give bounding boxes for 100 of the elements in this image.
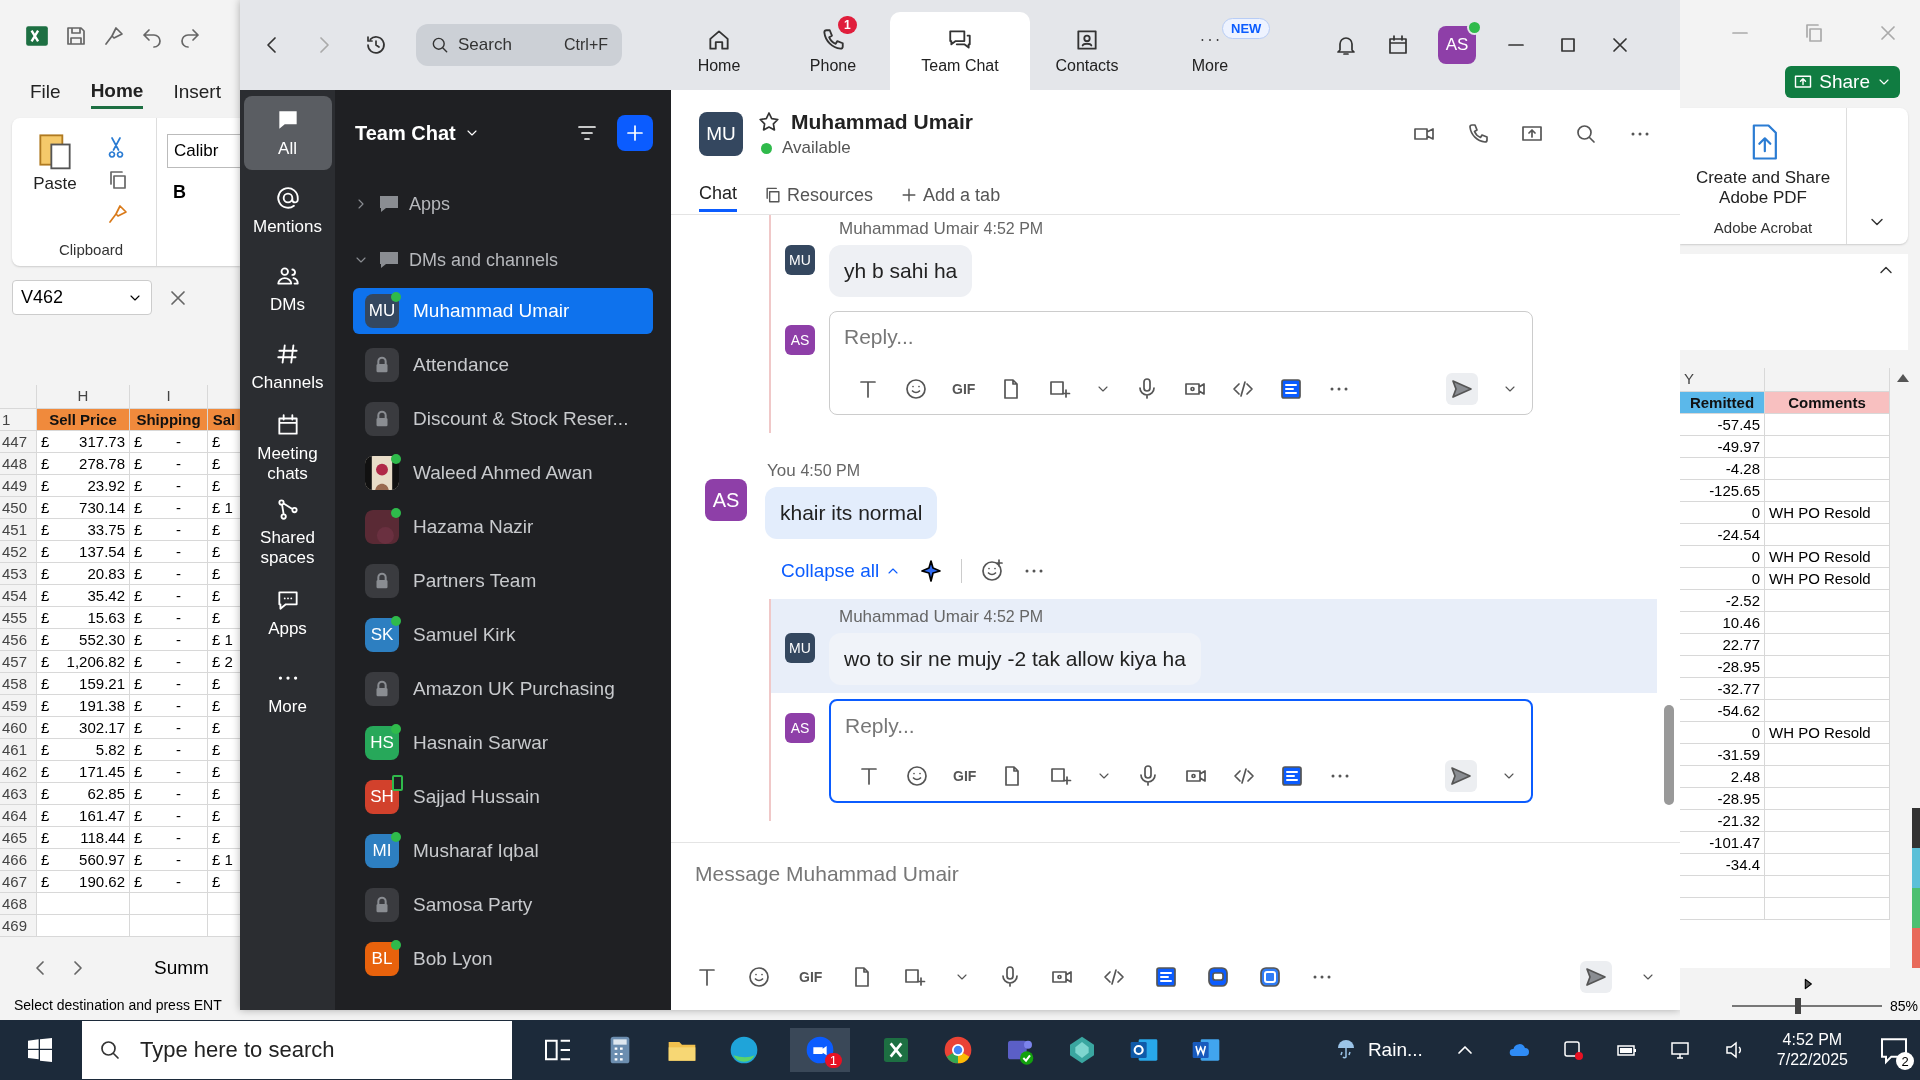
reply-box[interactable]: Reply... GIF	[829, 311, 1533, 415]
calendar-icon[interactable]	[1386, 33, 1410, 57]
at-sign-icon[interactable]	[274, 185, 301, 211]
search-bar[interactable]: Search Ctrl+F	[416, 24, 622, 66]
row-header[interactable]: 469	[0, 915, 37, 937]
column-header[interactable]: Y	[1680, 368, 1765, 393]
row-header[interactable]: 454	[0, 585, 37, 607]
chat-list-item[interactable]: MU Muhammad Umair	[353, 288, 653, 334]
chrome-icon[interactable]	[942, 1034, 974, 1066]
row-header[interactable]: 458	[0, 673, 37, 695]
chat-list-item[interactable]: Hazama Nazir	[353, 504, 653, 550]
row-header[interactable]: 452	[0, 541, 37, 563]
row-header[interactable]: 448	[0, 453, 37, 475]
ribbon-tab[interactable]: Home	[90, 75, 144, 109]
history-icon[interactable]	[364, 33, 388, 57]
scroll-up-icon[interactable]	[1897, 374, 1909, 383]
chat-list-item[interactable]: Waleed Ahmed Awan	[353, 450, 653, 496]
rail-item[interactable]: Meeting chats	[243, 408, 332, 488]
emoji-icon[interactable]	[747, 965, 771, 989]
phone-icon[interactable]	[820, 27, 846, 53]
rail-item[interactable]: Mentions	[243, 174, 332, 248]
scrollbar-thumb[interactable]	[1664, 705, 1674, 805]
chat-tab[interactable]: Add a tab	[899, 178, 1001, 212]
add-reaction-icon[interactable]	[980, 559, 1005, 583]
row-header[interactable]: 463	[0, 783, 37, 805]
row-header[interactable]: 468	[0, 893, 37, 915]
nav-tab[interactable]: Contacts	[1030, 12, 1144, 90]
paste-button[interactable]: Paste	[26, 126, 84, 234]
collapse-link[interactable]: Collapse all	[781, 560, 880, 582]
search-field[interactable]: Search	[458, 35, 538, 55]
weather-text[interactable]: Rain...	[1367, 1039, 1423, 1061]
chat-list-item[interactable]: SH Sajjad Hussain	[353, 774, 653, 820]
chat-list-item[interactable]: Amazon UK Purchasing	[353, 666, 653, 712]
brush-icon[interactable]	[102, 24, 126, 48]
gif-button[interactable]: GIF	[952, 381, 976, 397]
chat-tab[interactable]: Chat	[699, 178, 738, 212]
note-icon[interactable]	[1154, 965, 1179, 989]
chat-list-item[interactable]: Attendance	[353, 342, 653, 388]
cell-reference[interactable]: V462	[21, 287, 64, 308]
row-header[interactable]: 453	[0, 563, 37, 585]
nav-tab[interactable]: 1 Phone	[776, 12, 890, 90]
sparkle-icon[interactable]	[919, 559, 944, 583]
new-chat-button[interactable]	[617, 115, 653, 151]
ribbon-tab[interactable]: Insert	[173, 77, 221, 107]
chat-app-icon[interactable]	[1206, 965, 1231, 989]
row-header[interactable]: 461	[0, 739, 37, 761]
gif-button[interactable]: GIF	[799, 969, 823, 985]
row-header[interactable]: 456	[0, 629, 37, 651]
name-box[interactable]: V462	[12, 280, 152, 315]
row-header[interactable]: 447	[0, 431, 37, 453]
slider-thumb[interactable]	[1794, 998, 1801, 1015]
browser-icon[interactable]	[728, 1034, 760, 1066]
chat-list-item[interactable]: BL Bob Lyon	[353, 936, 653, 982]
note-icon[interactable]	[1280, 764, 1305, 788]
search-bar[interactable]: Type here to search	[82, 1021, 512, 1079]
emoji-icon[interactable]	[904, 377, 928, 401]
create-pdf-button[interactable]: Create and Share Adobe PDF	[1680, 120, 1846, 209]
chat-list-item[interactable]: Samosa Party	[353, 882, 653, 928]
row-header[interactable]: 449	[0, 475, 37, 497]
rail-item[interactable]: All	[243, 96, 332, 170]
row-header[interactable]: 1	[0, 409, 37, 431]
column-header[interactable]: I	[130, 385, 208, 409]
rail-item[interactable]: DMs	[243, 252, 332, 326]
bold-button[interactable]: B	[167, 182, 240, 203]
note-icon[interactable]	[1279, 377, 1304, 401]
share-button[interactable]: Share	[1785, 66, 1900, 99]
search-icon[interactable]	[98, 1038, 122, 1062]
phone-icon[interactable]	[1466, 122, 1490, 146]
chat-list-item[interactable]: HS Hasnain Sarwar	[353, 720, 653, 766]
row-header[interactable]: 462	[0, 761, 37, 783]
row-header[interactable]: 460	[0, 717, 37, 739]
row-header[interactable]: 455	[0, 607, 37, 629]
row-header[interactable]: 451	[0, 519, 37, 541]
chat-tab[interactable]: Resources	[763, 178, 874, 212]
rail-item[interactable]: Shared spaces	[243, 492, 332, 572]
row-header[interactable]: 465	[0, 827, 37, 849]
star-icon[interactable]	[757, 110, 781, 134]
contact-card-icon[interactable]	[1074, 27, 1100, 53]
nav-tab[interactable]: Home	[662, 12, 776, 90]
section-header[interactable]: DMs and channels	[353, 232, 653, 288]
panel-title[interactable]: Team Chat	[353, 121, 456, 145]
nav-tab[interactable]: Team Chat	[890, 12, 1030, 90]
profile-avatar[interactable]: AS	[1438, 26, 1476, 64]
section-header[interactable]: Apps	[353, 176, 653, 232]
chat-list-item[interactable]: SK Samuel Kirk	[353, 612, 653, 658]
sheet-tab[interactable]: Summ	[154, 957, 209, 979]
app-icon[interactable]	[1258, 965, 1283, 989]
chat-list-item[interactable]: MI Musharaf Iqbal	[353, 828, 653, 874]
rail-item[interactable]: More	[243, 654, 332, 728]
row-header[interactable]: 464	[0, 805, 37, 827]
clock-time[interactable]: 4:52 PM	[1782, 1031, 1843, 1049]
taskbar-button[interactable]: 1	[790, 1028, 850, 1072]
video-app-icon[interactable]	[804, 1034, 836, 1066]
row-header[interactable]: 459	[0, 695, 37, 717]
search-icon[interactable]	[430, 35, 450, 55]
chat-list-item[interactable]: Partners Team	[353, 558, 653, 604]
ribbon-tab[interactable]: File	[30, 77, 61, 107]
row-header[interactable]: 467	[0, 871, 37, 893]
gif-button[interactable]: GIF	[953, 768, 977, 784]
save-icon[interactable]	[64, 24, 88, 48]
